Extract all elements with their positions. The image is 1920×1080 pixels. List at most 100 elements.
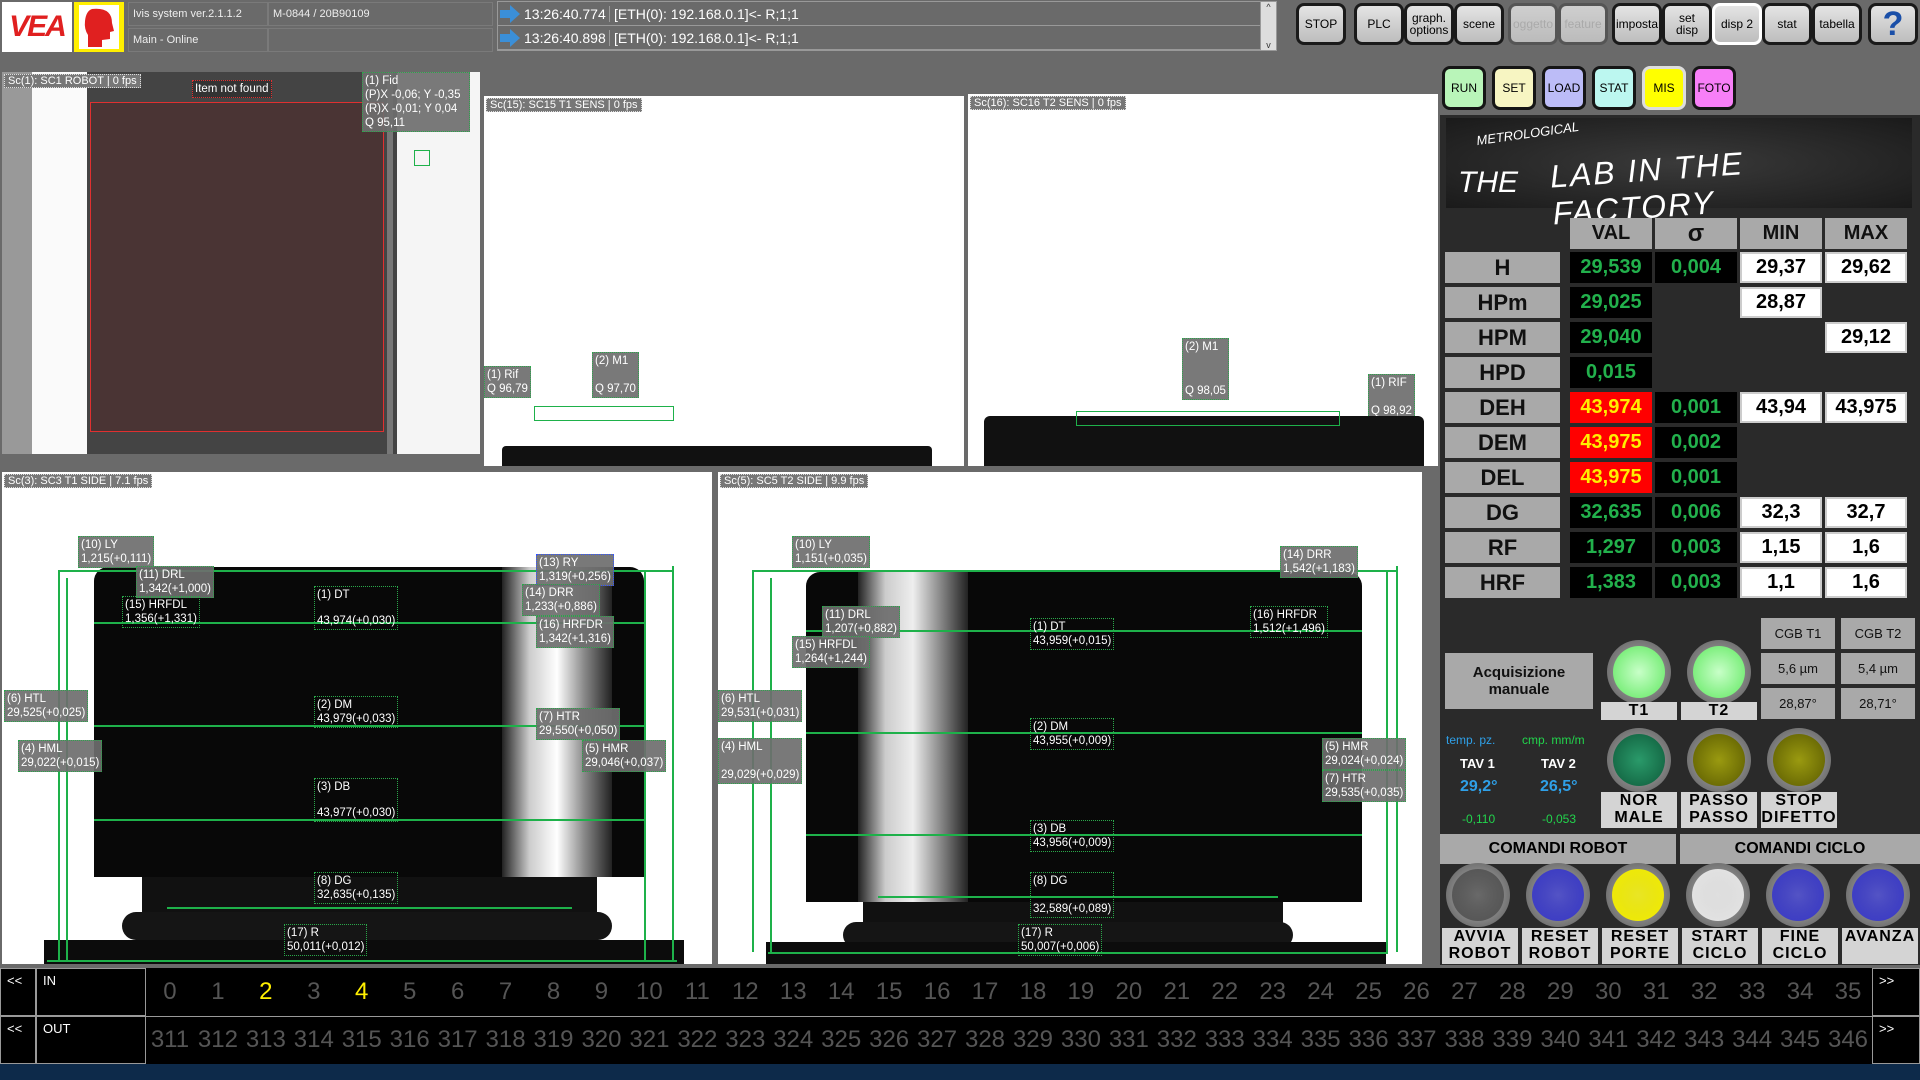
tag-title: (1) DT: [1033, 621, 1066, 633]
mode-stat-button[interactable]: STAT: [1592, 66, 1636, 110]
tag-value: 43,959(+0,015): [1033, 635, 1112, 647]
camera-sc15-t1-sens[interactable]: Sc(15): SC15 T1 SENS | 0 fps (1) Rif Q 96…: [484, 96, 964, 466]
tag-value: 1,356(+1,331): [125, 613, 197, 625]
mode-foto-button[interactable]: FOTO: [1692, 66, 1736, 110]
row-sigma: 0,002: [1655, 427, 1737, 458]
scroll-down-icon[interactable]: v: [1266, 40, 1271, 50]
command-lamp[interactable]: [1526, 863, 1590, 927]
command-button[interactable]: FINE CICLO: [1762, 928, 1838, 964]
passo-passo-button[interactable]: PASSO PASSO: [1681, 792, 1757, 828]
row-max-field[interactable]: 43,975: [1825, 392, 1907, 423]
plc-button[interactable]: PLC: [1354, 3, 1404, 45]
out-prev-button[interactable]: <<: [0, 1016, 36, 1064]
in-prev-button[interactable]: <<: [0, 968, 36, 1016]
log-scrollbar[interactable]: ^ v: [1260, 2, 1276, 50]
command-button[interactable]: AVVIA ROBOT: [1442, 928, 1518, 964]
scroll-up-icon[interactable]: ^: [1266, 2, 1270, 12]
tag-value: 1,319(+0,256): [539, 571, 611, 583]
tag-value: 1,342(+1,000): [139, 583, 211, 595]
camera-sc16-t2-sens[interactable]: Sc(16): SC16 T2 SENS | 0 fps (2) M1 Q 98,…: [968, 94, 1438, 466]
set-disp-button[interactable]: set disp: [1662, 3, 1712, 45]
oggetto-button[interactable]: oggetto: [1508, 3, 1558, 45]
tav2-temp: 26,5°: [1540, 778, 1578, 795]
row-max-field[interactable]: 1,6: [1825, 567, 1907, 598]
scene-button[interactable]: scene: [1454, 3, 1504, 45]
row-min-field[interactable]: 32,3: [1740, 497, 1822, 528]
feature-button[interactable]: feature: [1558, 3, 1608, 45]
disp2-button[interactable]: disp 2: [1712, 3, 1762, 45]
stop-difetto-lamp[interactable]: [1767, 728, 1831, 792]
tabella-button[interactable]: tabella: [1812, 3, 1862, 45]
graph-options-button[interactable]: graph. options: [1404, 3, 1454, 45]
command-lamp[interactable]: [1846, 863, 1910, 927]
stat-button[interactable]: stat: [1762, 3, 1812, 45]
row-max-field[interactable]: 29,12: [1825, 322, 1907, 353]
row-min-field[interactable]: 29,37: [1740, 252, 1822, 283]
row-max-field[interactable]: 1,6: [1825, 532, 1907, 563]
tag-value: 29,525(+0,025): [7, 707, 86, 719]
row-max-field[interactable]: 29,62: [1825, 252, 1907, 283]
fid-q: Q 95,11: [365, 117, 406, 129]
command-button[interactable]: AVANZA: [1842, 928, 1918, 964]
tag-value: 50,007(+0,006): [1021, 941, 1100, 953]
row-min-field[interactable]: 1,1: [1740, 567, 1822, 598]
tag-value: 32,635(+0,135): [317, 889, 396, 901]
tag-title: (6) HTL: [7, 693, 46, 705]
m1-title: (2) M1: [1185, 341, 1219, 353]
camera-sc3-t1-side[interactable]: Sc(3): SC3 T1 SIDE | 7.1 fps (10) LY 1,21…: [2, 472, 712, 964]
dt-tag: (1) DT 43,974(+0,030): [314, 586, 399, 630]
mode-load-button[interactable]: LOAD: [1542, 66, 1586, 110]
row-min-field[interactable]: 28,87: [1740, 287, 1822, 318]
acquisizione-manuale-button[interactable]: Acquisizione manuale: [1445, 653, 1593, 709]
row-min-field[interactable]: 43,94: [1740, 392, 1822, 423]
row-sigma: 0,003: [1655, 567, 1737, 598]
mode-run-button[interactable]: RUN: [1442, 66, 1486, 110]
command-lamp[interactable]: [1766, 863, 1830, 927]
measure-line: [167, 907, 572, 909]
camera-sc1-robot[interactable]: Sc(1): SC1 ROBOT | 0 fps Item not found …: [2, 72, 480, 454]
hmr-tag: (5) HMR 29,046(+0,037): [582, 740, 667, 772]
command-button[interactable]: RESET ROBOT: [1522, 928, 1598, 964]
command-button[interactable]: RESET PORTE: [1602, 928, 1678, 964]
htl-tag: (6) HTL 29,531(+0,031): [718, 690, 803, 722]
passo-passo-lamp[interactable]: [1687, 728, 1751, 792]
row-sigma: 0,004: [1655, 252, 1737, 283]
normale-lamp[interactable]: [1607, 728, 1671, 792]
row-max-field[interactable]: 32,7: [1825, 497, 1907, 528]
row-min-field[interactable]: 1,15: [1740, 532, 1822, 563]
command-lamp[interactable]: [1686, 863, 1750, 927]
hmr-tag: (5) HMR 29,024(+0,024): [1322, 738, 1407, 770]
tag-title: (16) HRFDR: [1253, 609, 1317, 621]
io-divider: [146, 1016, 1872, 1017]
in-next-button[interactable]: >>: [1872, 968, 1920, 1016]
cgb-t1-deg: 28,87°: [1761, 688, 1835, 719]
head-logo-icon: [74, 2, 124, 52]
event-log[interactable]: 13:26:40.774 [ETH(0): 192.168.0.1]<- R;1…: [497, 1, 1277, 51]
comandi-robot-header: COMANDI ROBOT: [1440, 834, 1676, 864]
normale-button[interactable]: NOR MALE: [1601, 792, 1677, 828]
input-bit: 8: [546, 978, 561, 1005]
out-next-button[interactable]: >>: [1872, 1016, 1920, 1064]
input-bit: 18: [1019, 978, 1047, 1005]
help-button[interactable]: ?: [1868, 3, 1918, 45]
stop-difetto-button[interactable]: STOP DIFETTO: [1761, 792, 1837, 828]
t2-lamp[interactable]: [1687, 640, 1751, 704]
t1-lamp[interactable]: [1607, 640, 1671, 704]
tag-title: (3) DB: [1033, 823, 1067, 835]
command-lamp[interactable]: [1606, 863, 1670, 927]
mode-set-button[interactable]: SET: [1492, 66, 1536, 110]
imposta-button[interactable]: imposta: [1612, 3, 1662, 45]
command-button[interactable]: START CICLO: [1682, 928, 1758, 964]
command-lamp[interactable]: [1446, 863, 1510, 927]
ry-tag: (13) RY 1,319(+0,256): [536, 554, 614, 586]
tag-title: (13) RY: [539, 557, 579, 569]
mode-mis-button[interactable]: MIS: [1642, 66, 1686, 110]
stop-button[interactable]: STOP: [1296, 3, 1346, 45]
item-not-found-tag: Item not found: [192, 80, 272, 98]
camera-sc5-t2-side[interactable]: Sc(5): SC5 T2 SIDE | 9.9 fps (10) LY 1,15…: [718, 472, 1422, 964]
tag-value: 43,955(+0,009): [1033, 735, 1112, 747]
m1-q: Q 97,70: [595, 383, 636, 395]
input-bit: 32: [1690, 978, 1718, 1005]
row-value: 32,635: [1570, 497, 1652, 528]
input-bit: 9: [594, 978, 609, 1005]
